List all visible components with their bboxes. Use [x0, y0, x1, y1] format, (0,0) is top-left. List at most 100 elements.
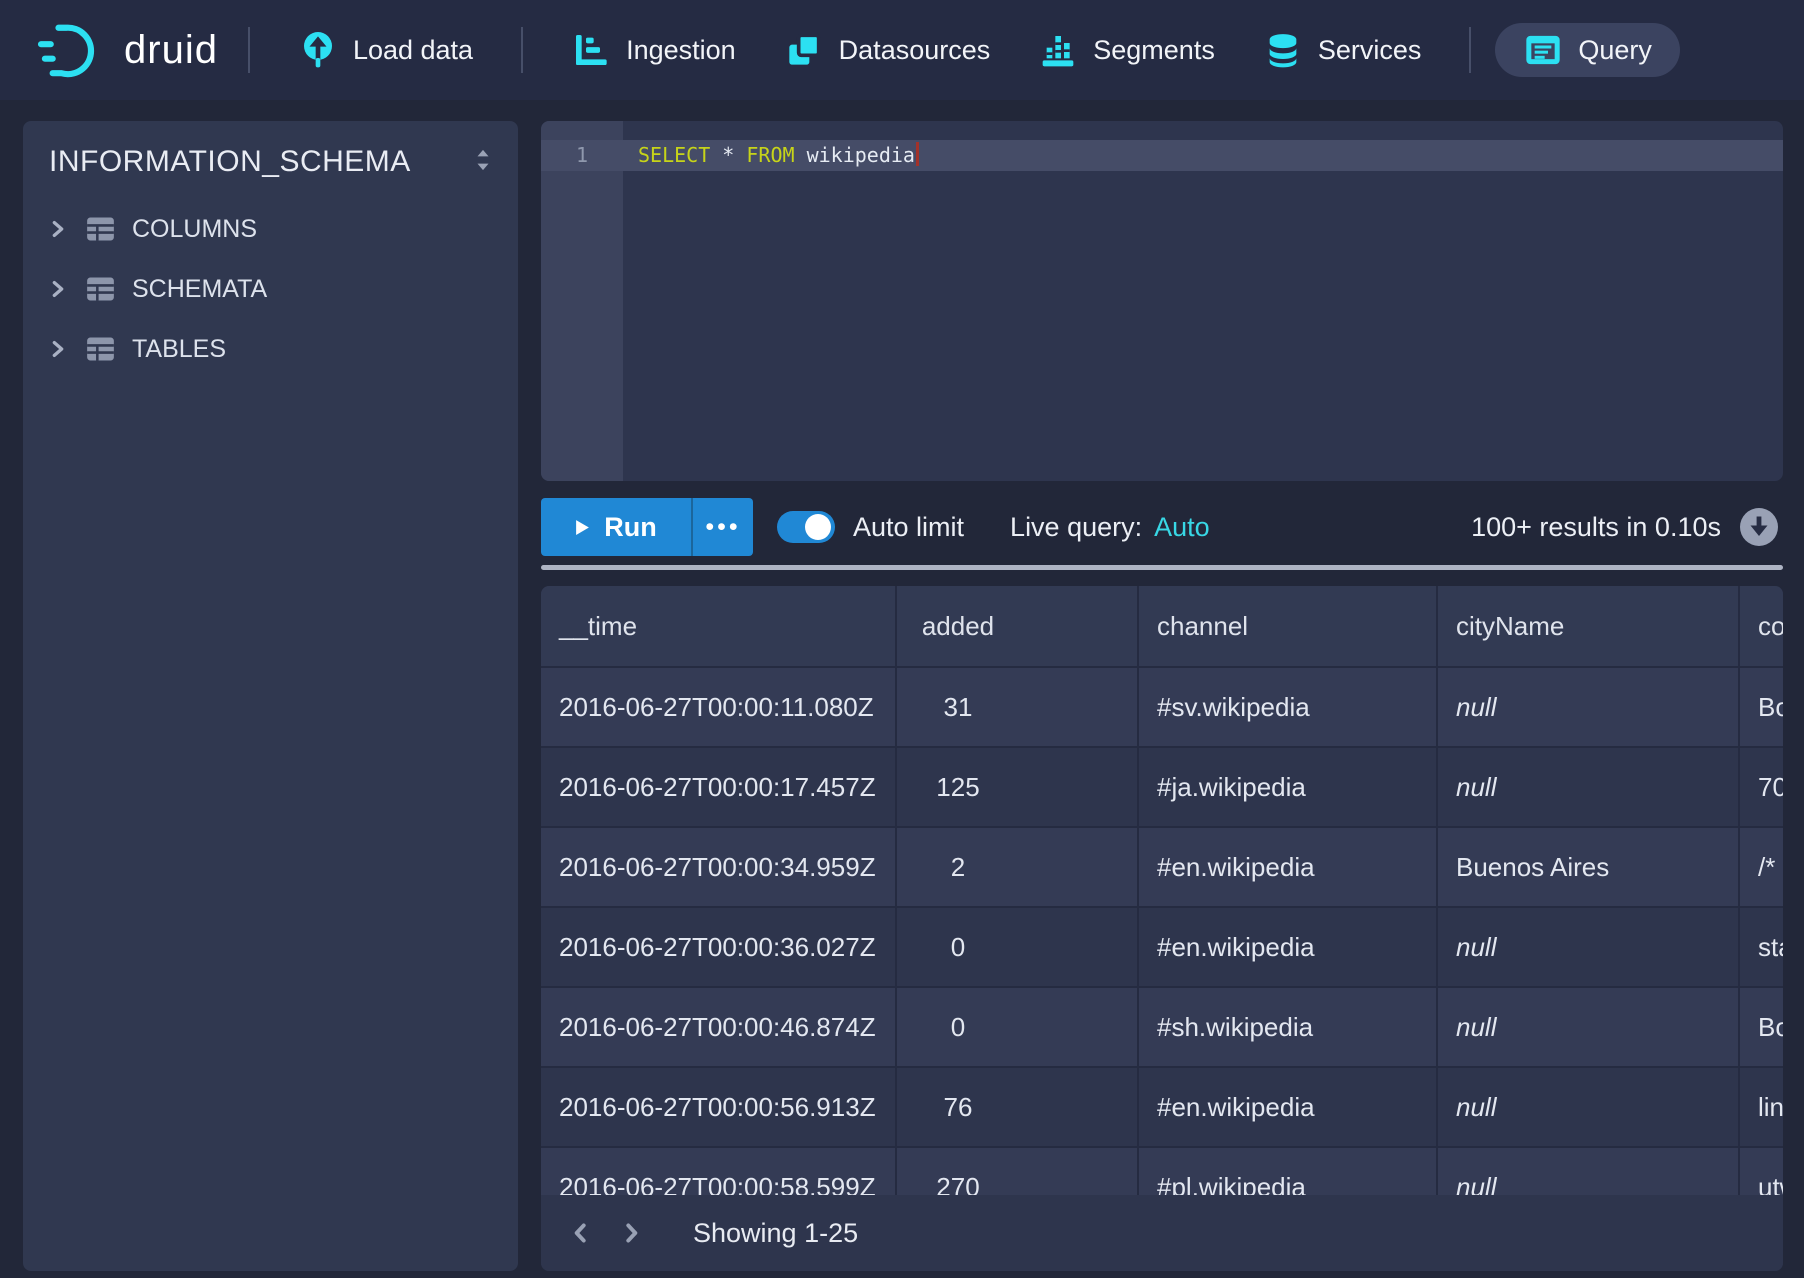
table-cell[interactable]: 2016-06-27T00:00:56.913Z	[541, 1068, 897, 1146]
table-cell[interactable]: null	[1438, 908, 1740, 986]
editor-code-line: SELECT * FROM wikipedia	[638, 140, 919, 171]
table-cell[interactable]: 125	[897, 748, 1139, 826]
table-icon	[85, 215, 116, 243]
table-row: 2016-06-27T00:00:17.457Z125#ja.wikipedia…	[541, 746, 1783, 826]
chevron-right-icon	[618, 1220, 644, 1246]
chevron-right-icon	[47, 338, 69, 360]
run-more-options-button[interactable]: •••	[691, 498, 753, 556]
chevron-right-icon	[47, 218, 69, 240]
table-cell[interactable]: Buenos Aires	[1438, 828, 1740, 906]
table-cell[interactable]: Bot	[1740, 988, 1783, 1066]
druid-console: druid Load data Ingestion Datasources Segme…	[0, 0, 1804, 1278]
nav-divider	[1469, 27, 1471, 73]
schema-item-schemata[interactable]: SCHEMATA	[23, 259, 518, 319]
column-header-cityname[interactable]: cityName	[1438, 586, 1740, 666]
load-data-icon	[298, 30, 338, 70]
pagination-status: Showing 1-25	[693, 1218, 858, 1249]
table-cell[interactable]: null	[1438, 748, 1740, 826]
schema-item-label: COLUMNS	[132, 215, 257, 244]
nav-divider	[248, 27, 250, 73]
table-icon	[85, 275, 116, 303]
schema-item-label: SCHEMATA	[132, 275, 267, 304]
table-cell[interactable]: 2016-06-27T00:00:46.874Z	[541, 988, 897, 1066]
auto-limit-label: Auto limit	[853, 512, 964, 543]
schema-title: INFORMATION_SCHEMA	[49, 145, 411, 179]
brand[interactable]: druid	[38, 21, 218, 79]
results-header-row: __timeaddedchannelcityNamecomment	[541, 586, 1783, 666]
brand-wordmark: druid	[124, 28, 218, 73]
toggle-knob	[805, 514, 831, 540]
results-body: 2016-06-27T00:00:11.080Z31#sv.wikipedian…	[541, 666, 1783, 1226]
table-cell[interactable]: 0	[897, 908, 1139, 986]
table-row: 2016-06-27T00:00:11.080Z31#sv.wikipedian…	[541, 666, 1783, 746]
table-cell[interactable]: sta	[1740, 908, 1783, 986]
table-cell[interactable]: null	[1438, 668, 1740, 746]
query-editor[interactable]: 1 SELECT * FROM wikipedia	[541, 121, 1783, 481]
table-cell[interactable]: 76	[897, 1068, 1139, 1146]
table-cell[interactable]: #sv.wikipedia	[1139, 668, 1438, 746]
nav-item-label: Services	[1318, 35, 1422, 66]
schema-item-columns[interactable]: COLUMNS	[23, 199, 518, 259]
download-results-button[interactable]	[1739, 507, 1779, 547]
segments-icon	[1038, 30, 1078, 70]
datasources-icon	[784, 30, 824, 70]
next-page-button[interactable]	[609, 1211, 653, 1255]
druid-logo-icon	[38, 21, 106, 79]
text-cursor	[916, 142, 919, 166]
nav-item-label: Ingestion	[626, 35, 736, 66]
table-cell[interactable]: null	[1438, 1068, 1740, 1146]
table-cell[interactable]: /* S	[1740, 828, 1783, 906]
nav-item-label: Query	[1578, 35, 1652, 66]
schema-selector[interactable]: INFORMATION_SCHEMA	[23, 121, 518, 179]
nav-item-label: Load data	[353, 35, 473, 66]
table-cell[interactable]: 70.	[1740, 748, 1783, 826]
table-cell[interactable]: 0	[897, 988, 1139, 1066]
table-cell[interactable]: #en.wikipedia	[1139, 908, 1438, 986]
column-header-comment[interactable]: comment	[1740, 586, 1783, 666]
nav-item-datasources[interactable]: Datasources	[784, 23, 991, 77]
table-cell[interactable]: Bot	[1740, 668, 1783, 746]
run-button-label: Run	[604, 512, 656, 543]
table-cell[interactable]: 2016-06-27T00:00:17.457Z	[541, 748, 897, 826]
table-cell[interactable]: #en.wikipedia	[1139, 828, 1438, 906]
table-cell[interactable]: #sh.wikipedia	[1139, 988, 1438, 1066]
results-summary: 100+ results in 0.10s	[1471, 512, 1721, 543]
editor-gutter	[541, 121, 623, 481]
pagination-bar: Showing 1-25	[541, 1195, 1783, 1271]
schema-table-list: COLUMNS SCHEMATA TABLES	[23, 199, 518, 379]
run-button[interactable]: Run	[541, 498, 691, 556]
column-header-added[interactable]: added	[897, 586, 1139, 666]
sql-token: SELECT	[638, 143, 710, 167]
download-icon	[1739, 507, 1779, 547]
auto-limit-toggle[interactable]	[777, 511, 835, 543]
table-cell[interactable]: 2	[897, 828, 1139, 906]
table-cell[interactable]: 2016-06-27T00:00:36.027Z	[541, 908, 897, 986]
sql-token: wikipedia	[795, 143, 915, 167]
table-cell[interactable]: #ja.wikipedia	[1139, 748, 1438, 826]
previous-page-button[interactable]	[559, 1211, 603, 1255]
live-query-selector[interactable]: Auto	[1154, 512, 1210, 543]
more-options-icon: •••	[705, 522, 740, 532]
live-query-label: Live query:	[1010, 512, 1142, 543]
top-nav: druid Load data Ingestion Datasources Segme…	[0, 0, 1804, 100]
nav-item-ingestion[interactable]: Ingestion	[571, 23, 736, 77]
table-cell[interactable]: 2016-06-27T00:00:34.959Z	[541, 828, 897, 906]
nav-item-segments[interactable]: Segments	[1038, 23, 1215, 77]
horizontal-scrollbar[interactable]	[541, 565, 1783, 570]
table-cell[interactable]: #en.wikipedia	[1139, 1068, 1438, 1146]
nav-item-query[interactable]: Query	[1495, 23, 1680, 77]
table-cell[interactable]: 31	[897, 668, 1139, 746]
column-header-channel[interactable]: channel	[1139, 586, 1438, 666]
sql-token: FROM	[746, 143, 794, 167]
column-header-time[interactable]: __time	[541, 586, 897, 666]
schema-item-tables[interactable]: TABLES	[23, 319, 518, 379]
play-icon	[575, 519, 590, 536]
table-icon	[85, 335, 116, 363]
results-panel: __timeaddedchannelcityNamecomment 2016-0…	[541, 586, 1783, 1271]
table-cell[interactable]: null	[1438, 988, 1740, 1066]
table-cell[interactable]: 2016-06-27T00:00:11.080Z	[541, 668, 897, 746]
nav-item-label: Datasources	[839, 35, 991, 66]
table-cell[interactable]: link	[1740, 1068, 1783, 1146]
nav-item-load-data[interactable]: Load data	[298, 23, 473, 77]
nav-item-services[interactable]: Services	[1263, 23, 1422, 77]
